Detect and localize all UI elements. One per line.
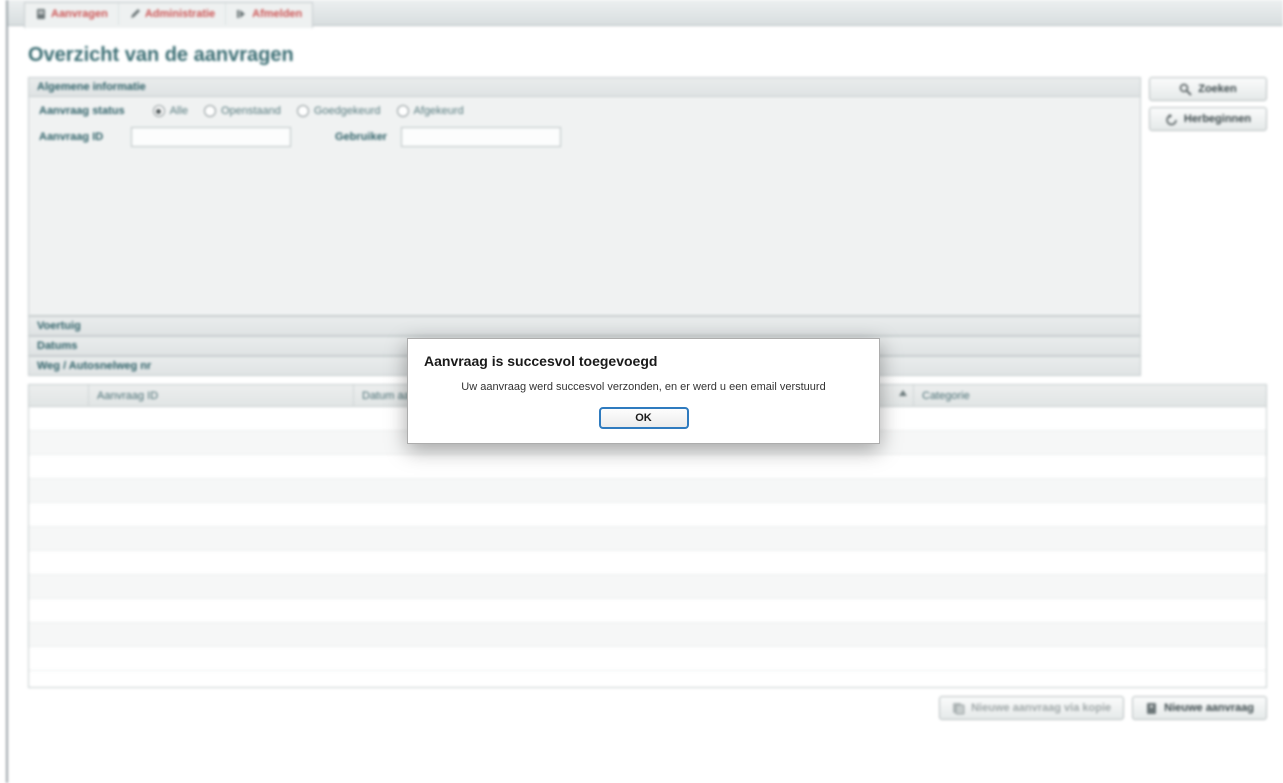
table-row — [29, 455, 1266, 479]
success-modal: Aanvraag is succesvol toegevoegd Uw aanv… — [407, 338, 880, 444]
radio-status-all[interactable]: Alle — [153, 105, 188, 117]
radio-status-open[interactable]: Openstaand — [204, 105, 281, 117]
section-vehicle-header[interactable]: Voertuig — [29, 316, 1140, 335]
new-request-copy-button[interactable]: Nieuwe aanvraag via kopie — [939, 696, 1124, 720]
pencil-icon — [129, 8, 141, 20]
search-icon — [1179, 83, 1192, 96]
input-aanvraag-id[interactable] — [131, 127, 291, 147]
search-button[interactable]: Zoeken — [1149, 77, 1267, 101]
table-row — [29, 527, 1266, 551]
button-label: Zoeken — [1198, 83, 1237, 95]
radio-group-status: Alle Openstaand Goedgekeurd — [153, 105, 464, 117]
logout-icon — [236, 8, 248, 20]
tab-administratie[interactable]: Administratie — [119, 3, 226, 25]
label-status: Aanvraag status — [39, 105, 125, 117]
tab-aanvragen[interactable]: Aanvragen — [25, 3, 119, 25]
label-gebruiker: Gebruiker — [335, 131, 387, 143]
sort-asc-icon — [899, 390, 907, 396]
table-row — [29, 599, 1266, 623]
grid-col-spacer[interactable] — [29, 385, 89, 406]
table-row — [29, 575, 1266, 599]
undo-icon — [1165, 113, 1178, 126]
table-row — [29, 623, 1266, 647]
grid-col-id[interactable]: Aanvraag ID — [89, 385, 354, 406]
tab-afmelden[interactable]: Afmelden — [226, 3, 312, 25]
table-row — [29, 647, 1266, 671]
radio-status-rejected[interactable]: Afgekeurd — [397, 105, 464, 117]
modal-ok-button[interactable]: OK — [599, 407, 689, 429]
new-document-icon — [1145, 702, 1158, 715]
radio-label: Goedgekeurd — [314, 105, 381, 117]
button-label: OK — [635, 412, 652, 424]
grid-col-category[interactable]: Categorie — [914, 385, 1266, 406]
table-row — [29, 503, 1266, 527]
input-gebruiker[interactable] — [401, 127, 561, 147]
modal-body: Uw aanvraag werd succesvol verzonden, en… — [408, 375, 879, 407]
radio-label: Afgekeurd — [414, 105, 464, 117]
table-row — [29, 551, 1266, 575]
section-vehicle: Voertuig — [28, 316, 1141, 336]
section-general: Algemene informatie Aanvraag status Alle — [28, 77, 1141, 316]
radio-status-approved[interactable]: Goedgekeurd — [297, 105, 381, 117]
table-row — [29, 479, 1266, 503]
new-request-button[interactable]: Nieuwe aanvraag — [1132, 696, 1267, 720]
tab-label: Aanvragen — [51, 8, 108, 20]
radio-label: Alle — [170, 105, 188, 117]
radio-label: Openstaand — [221, 105, 281, 117]
section-general-header[interactable]: Algemene informatie — [29, 78, 1140, 97]
reset-button[interactable]: Herbeginnen — [1149, 107, 1267, 131]
tab-label: Administratie — [145, 8, 215, 20]
modal-title: Aanvraag is succesvol toegevoegd — [408, 339, 879, 375]
tab-label: Afmelden — [252, 8, 302, 20]
label-aanvraag-id: Aanvraag ID — [39, 131, 117, 143]
copy-icon — [952, 702, 965, 715]
button-label: Nieuwe aanvraag via kopie — [971, 702, 1111, 714]
page-title: Overzicht van de aanvragen — [28, 44, 1267, 67]
document-icon — [35, 8, 47, 20]
grid-body[interactable] — [29, 407, 1266, 687]
top-tab-bar: Aanvragen Administratie Afmelden — [8, 0, 1283, 26]
button-label: Nieuwe aanvraag — [1164, 702, 1254, 714]
button-label: Herbeginnen — [1184, 113, 1251, 125]
